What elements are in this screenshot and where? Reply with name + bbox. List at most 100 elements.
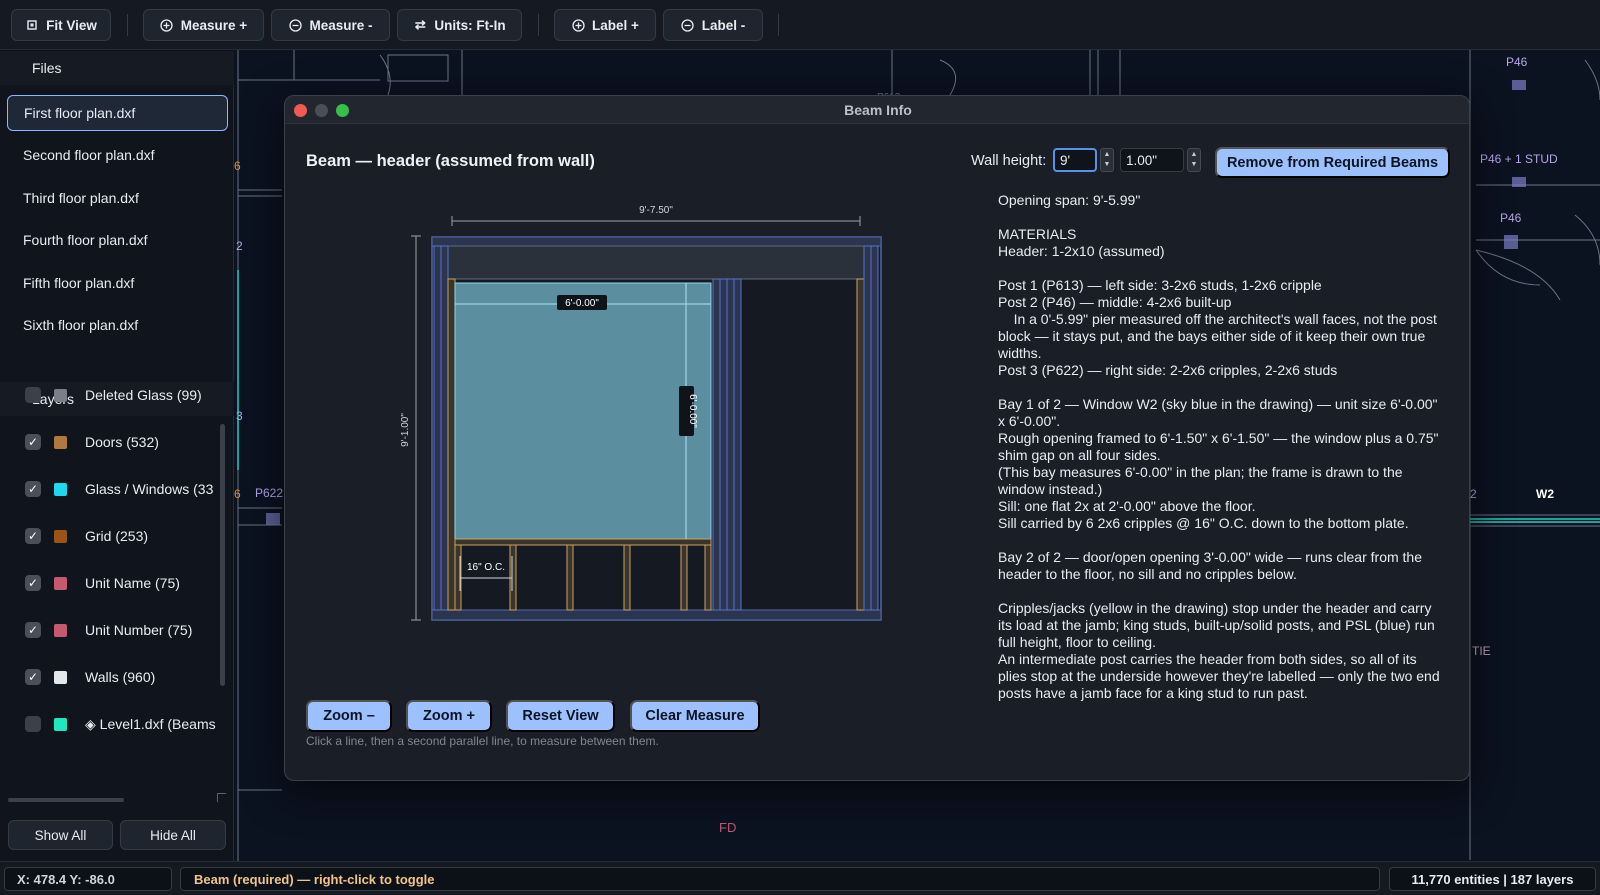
wall-height-feet-stepper[interactable]: ▲ ▼ [1100, 148, 1114, 172]
file-item-fourth-floor[interactable]: Fourth floor plan.dxf [7, 222, 228, 258]
toolbar-separator [778, 14, 779, 36]
post-2-ply [719, 278, 728, 611]
layer-row-glass-windows[interactable]: ✓ Glass / Windows (33 [0, 474, 218, 504]
layer-row-unit-name[interactable]: ✓ Unit Name (75) [0, 568, 218, 598]
layer-checkbox[interactable]: ✓ [25, 575, 41, 591]
layer-row-doors[interactable]: ✓ Doors (532) [0, 427, 218, 457]
post-2-ply [726, 278, 735, 611]
resize-corner-icon[interactable] [217, 793, 226, 802]
layer-checkbox[interactable]: ✓ [25, 481, 41, 497]
layer-checkbox[interactable]: ✓ [25, 528, 41, 544]
file-item-fifth-floor[interactable]: Fifth floor plan.dxf [7, 265, 228, 301]
minus-circle-icon [288, 18, 302, 32]
file-item-third-floor[interactable]: Third floor plan.dxf [7, 180, 228, 216]
layer-label: Doors (532) [85, 434, 159, 450]
reset-view-button[interactable]: Reset View [506, 700, 615, 732]
hide-all-button[interactable]: Hide All [120, 820, 226, 850]
remove-from-required-beams-button[interactable]: Remove from Required Beams [1215, 147, 1450, 178]
detail-line: Sill: one flat 2x at 2'-0.00" above the … [998, 498, 1256, 514]
layer-checkbox[interactable] [25, 716, 41, 732]
detail-line: Opening span: 9'-5.99" [998, 192, 1141, 208]
clear-measure-button[interactable]: Clear Measure [630, 700, 760, 732]
sidebar: Files First floor plan.dxf Second floor … [0, 51, 234, 861]
post-1-cripple [447, 278, 456, 611]
post-marker [266, 513, 280, 525]
wall-height-inches-input[interactable]: 1.00" [1120, 148, 1184, 172]
units-button[interactable]: ⇄ Units: Ft-In [397, 9, 522, 41]
layers-horizontal-scrollbar[interactable] [8, 798, 124, 802]
detail-line [998, 532, 1448, 549]
zoom-out-button[interactable]: Zoom – [306, 700, 392, 732]
label-num-3: 3 [236, 409, 243, 423]
layer-label: Grid (253) [85, 528, 149, 544]
label-minus-button[interactable]: Label - [663, 9, 763, 41]
detail-line: (This bay measures 6'-0.00" in the plan;… [998, 464, 1407, 497]
layer-label: Unit Name (75) [85, 575, 180, 591]
post-3-ply [863, 245, 872, 611]
post-1-ply [433, 245, 442, 611]
toolbar-separator [127, 14, 128, 36]
beam-elevation-drawing[interactable]: 9'-7.50" 9'-1.00" 6'-0.00" 6'-0.00" 16" … [285, 96, 985, 676]
window-w2[interactable] [454, 282, 712, 540]
fit-view-button[interactable]: Fit View [11, 9, 111, 41]
toolbar-separator [538, 14, 539, 36]
label-plus-button[interactable]: Label + [554, 9, 656, 41]
swap-arrows-icon: ⇄ [414, 17, 426, 32]
layer-row-level1-beams[interactable]: ◈ Level1.dxf (Beams [0, 709, 218, 739]
detail-line: Header: 1-2x10 (assumed) [998, 243, 1165, 259]
detail-line [998, 379, 1448, 396]
window-width-label: 6'-0.00" [565, 298, 599, 309]
zoom-in-button[interactable]: Zoom + [406, 700, 492, 732]
layer-color-swatch [54, 388, 67, 402]
layer-checkbox[interactable]: ✓ [25, 434, 41, 450]
post-3-ply [870, 245, 879, 611]
plus-circle-icon [160, 18, 174, 32]
layer-color-swatch [54, 623, 67, 637]
wall-height-feet-input[interactable]: 9' [1053, 148, 1097, 172]
layer-row-grid[interactable]: ✓ Grid (253) [0, 521, 218, 551]
layer-label: Deleted Glass (99) [85, 387, 202, 403]
detail-line [998, 209, 1448, 226]
layer-color-swatch [54, 576, 67, 590]
status-message: Beam (required) — right-click to toggle [180, 867, 1380, 891]
layer-checkbox[interactable]: ✓ [25, 669, 41, 685]
layers-vertical-scrollbar[interactable] [220, 424, 225, 686]
layer-row-walls[interactable]: ✓ Walls (960) [0, 662, 218, 692]
detail-line: Rough opening framed to 6'-1.50" x 6'-1.… [998, 430, 1443, 463]
oc-label: 16" O.C. [467, 562, 505, 573]
layer-row-deleted-glass[interactable]: Deleted Glass (99) [0, 380, 218, 410]
span-dimension-label: 9'-7.50" [639, 205, 673, 216]
layer-checkbox[interactable] [25, 387, 41, 403]
toolbar: Fit View Measure + Measure - ⇄ Units: Ft… [0, 0, 1600, 50]
label-p46-stud: P46 + 1 STUD [1480, 152, 1558, 166]
detail-line [998, 583, 1448, 600]
layer-label: Glass / Windows (33 [85, 481, 214, 497]
measure-minus-label: Measure - [309, 17, 373, 33]
file-item-sixth-floor[interactable]: Sixth floor plan.dxf [7, 307, 228, 343]
measure-minus-button[interactable]: Measure - [271, 9, 390, 41]
layer-color-swatch [54, 717, 67, 731]
show-all-button[interactable]: Show All [8, 820, 113, 850]
measure-plus-button[interactable]: Measure + [143, 9, 264, 41]
detail-line: Post 1 (P613) — left side: 3-2x6 studs, … [998, 277, 1322, 293]
layer-checkbox[interactable]: ✓ [25, 622, 41, 638]
layer-label: Walls (960) [85, 669, 156, 685]
detail-line [998, 260, 1448, 277]
wall-height-feet-value: 9' [1060, 152, 1071, 168]
detail-line: Post 3 (P622) — right side: 2-2x6 crippl… [998, 362, 1338, 378]
plus-circle-icon [571, 18, 585, 32]
file-item-first-floor[interactable]: First floor plan.dxf [7, 95, 228, 131]
minus-circle-icon [681, 18, 695, 32]
post-2-ply [733, 278, 742, 611]
label-num-6b: 6 [234, 487, 241, 501]
layer-color-swatch [54, 670, 67, 684]
beam-info-dialog: Beam Info Beam — header (assumed from wa… [284, 95, 1470, 781]
layer-label: ◈ Level1.dxf (Beams [85, 715, 216, 732]
units-label: Units: Ft-In [434, 17, 506, 33]
layer-row-unit-number[interactable]: ✓ Unit Number (75) [0, 615, 218, 645]
file-item-second-floor[interactable]: Second floor plan.dxf [7, 137, 228, 173]
wall-height-inches-value: 1.00" [1126, 152, 1158, 168]
label-p622: P622 [255, 486, 283, 500]
sill [454, 538, 712, 546]
wall-height-inches-stepper[interactable]: ▲ ▼ [1187, 148, 1201, 172]
